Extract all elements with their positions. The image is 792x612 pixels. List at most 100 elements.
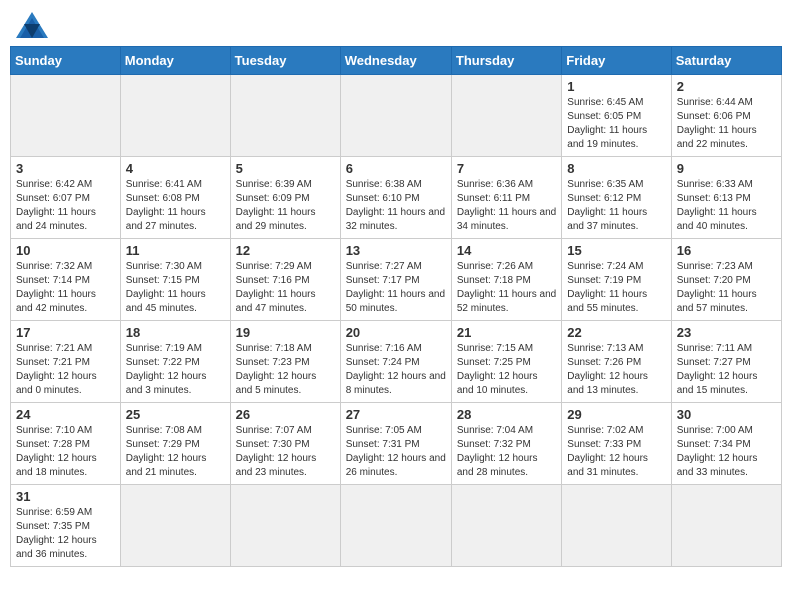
day-info: Sunrise: 6:45 AM Sunset: 6:05 PM Dayligh…	[567, 96, 665, 152]
calendar-week-6: 31Sunrise: 6:59 AM Sunset: 7:35 PM Dayli…	[11, 485, 782, 567]
calendar-cell: 6 Sunrise: 6:38 AM Sunset: 6:10 PM Daylig…	[340, 157, 451, 239]
day-number: 6	[346, 161, 446, 176]
calendar-cell	[671, 485, 781, 567]
day-number: 26	[236, 407, 335, 422]
day-number: 16	[677, 243, 776, 258]
column-header-wednesday: Wednesday	[340, 47, 451, 75]
calendar-cell: 12 Sunrise: 7:29 AM Sunset: 7:16 PM Dayli…	[230, 239, 340, 321]
day-number: 24	[16, 407, 115, 422]
day-info: Sunrise: 6:44 AM Sunset: 6:06 PM Dayligh…	[677, 96, 776, 152]
day-number: 15	[567, 243, 665, 258]
day-info: Sunrise: 7:15 AM Sunset: 7:25 PM Dayligh…	[457, 342, 556, 398]
calendar-cell: 7 Sunrise: 6:36 AM Sunset: 6:11 PM Daylig…	[451, 157, 561, 239]
day-number: 4	[126, 161, 225, 176]
calendar-cell: 11 Sunrise: 7:30 AM Sunset: 7:15 PM Dayli…	[120, 239, 230, 321]
day-number: 20	[346, 325, 446, 340]
calendar-cell: 9 Sunrise: 6:33 AM Sunset: 6:13 PM Daylig…	[671, 157, 781, 239]
calendar-cell	[230, 75, 340, 157]
column-header-tuesday: Tuesday	[230, 47, 340, 75]
day-info: Sunrise: 7:10 AM Sunset: 7:28 PM Dayligh…	[16, 424, 115, 480]
calendar-cell	[340, 75, 451, 157]
calendar-cell: 14Sunrise: 7:26 AM Sunset: 7:18 PM Dayli…	[451, 239, 561, 321]
day-number: 25	[126, 407, 225, 422]
day-number: 7	[457, 161, 556, 176]
calendar-cell: 4 Sunrise: 6:41 AM Sunset: 6:08 PM Daylig…	[120, 157, 230, 239]
day-info: Sunrise: 6:38 AM Sunset: 6:10 PM Dayligh…	[346, 178, 446, 234]
day-number: 13	[346, 243, 446, 258]
day-info: Sunrise: 7:19 AM Sunset: 7:22 PM Dayligh…	[126, 342, 225, 398]
day-info: Sunrise: 7:04 AM Sunset: 7:32 PM Dayligh…	[457, 424, 556, 480]
calendar-cell: 22 Sunrise: 7:13 AM Sunset: 7:26 PM Dayli…	[562, 321, 671, 403]
day-number: 18	[126, 325, 225, 340]
day-number: 27	[346, 407, 446, 422]
calendar-cell: 10 Sunrise: 7:32 AM Sunset: 7:14 PM Dayli…	[11, 239, 121, 321]
day-info: Sunrise: 7:11 AM Sunset: 7:27 PM Dayligh…	[677, 342, 776, 398]
calendar-cell: 15Sunrise: 7:24 AM Sunset: 7:19 PM Dayli…	[562, 239, 671, 321]
calendar-cell	[230, 485, 340, 567]
calendar-cell: 13 Sunrise: 7:27 AM Sunset: 7:17 PM Dayli…	[340, 239, 451, 321]
calendar-cell: 26 Sunrise: 7:07 AM Sunset: 7:30 PM Dayli…	[230, 403, 340, 485]
day-info: Sunrise: 7:21 AM Sunset: 7:21 PM Dayligh…	[16, 342, 115, 398]
day-number: 28	[457, 407, 556, 422]
day-info: Sunrise: 6:36 AM Sunset: 6:11 PM Dayligh…	[457, 178, 556, 234]
day-number: 9	[677, 161, 776, 176]
calendar-cell	[562, 485, 671, 567]
day-info: Sunrise: 6:39 AM Sunset: 6:09 PM Dayligh…	[236, 178, 335, 234]
day-number: 29	[567, 407, 665, 422]
day-info: Sunrise: 7:30 AM Sunset: 7:15 PM Dayligh…	[126, 260, 225, 316]
day-info: Sunrise: 6:41 AM Sunset: 6:08 PM Dayligh…	[126, 178, 225, 234]
calendar-cell: 29 Sunrise: 7:02 AM Sunset: 7:33 PM Dayli…	[562, 403, 671, 485]
day-info: Sunrise: 7:26 AM Sunset: 7:18 PM Dayligh…	[457, 260, 556, 316]
day-info: Sunrise: 7:32 AM Sunset: 7:14 PM Dayligh…	[16, 260, 115, 316]
calendar-cell: 19 Sunrise: 7:18 AM Sunset: 7:23 PM Dayli…	[230, 321, 340, 403]
calendar-week-1: 1 Sunrise: 6:45 AM Sunset: 6:05 PM Daylig…	[11, 75, 782, 157]
day-number: 11	[126, 243, 225, 258]
day-info: Sunrise: 7:29 AM Sunset: 7:16 PM Dayligh…	[236, 260, 335, 316]
day-number: 23	[677, 325, 776, 340]
logo-icon	[14, 10, 50, 40]
day-number: 31	[16, 489, 115, 504]
day-number: 22	[567, 325, 665, 340]
column-header-saturday: Saturday	[671, 47, 781, 75]
day-info: Sunrise: 7:07 AM Sunset: 7:30 PM Dayligh…	[236, 424, 335, 480]
day-info: Sunrise: 7:05 AM Sunset: 7:31 PM Dayligh…	[346, 424, 446, 480]
calendar-table: SundayMondayTuesdayWednesdayThursdayFrid…	[10, 46, 782, 567]
day-info: Sunrise: 7:18 AM Sunset: 7:23 PM Dayligh…	[236, 342, 335, 398]
day-number: 8	[567, 161, 665, 176]
calendar-cell: 16Sunrise: 7:23 AM Sunset: 7:20 PM Dayli…	[671, 239, 781, 321]
calendar-cell: 17 Sunrise: 7:21 AM Sunset: 7:21 PM Dayli…	[11, 321, 121, 403]
day-number: 12	[236, 243, 335, 258]
calendar-cell: 23 Sunrise: 7:11 AM Sunset: 7:27 PM Dayli…	[671, 321, 781, 403]
day-number: 17	[16, 325, 115, 340]
calendar-week-4: 17 Sunrise: 7:21 AM Sunset: 7:21 PM Dayli…	[11, 321, 782, 403]
day-number: 21	[457, 325, 556, 340]
day-number: 19	[236, 325, 335, 340]
calendar-cell: 2 Sunrise: 6:44 AM Sunset: 6:06 PM Daylig…	[671, 75, 781, 157]
column-header-monday: Monday	[120, 47, 230, 75]
day-info: Sunrise: 7:08 AM Sunset: 7:29 PM Dayligh…	[126, 424, 225, 480]
calendar-cell: 3Sunrise: 6:42 AM Sunset: 6:07 PM Daylig…	[11, 157, 121, 239]
day-info: Sunrise: 7:27 AM Sunset: 7:17 PM Dayligh…	[346, 260, 446, 316]
day-info: Sunrise: 7:13 AM Sunset: 7:26 PM Dayligh…	[567, 342, 665, 398]
calendar-cell: 20Sunrise: 7:16 AM Sunset: 7:24 PM Dayli…	[340, 321, 451, 403]
day-number: 10	[16, 243, 115, 258]
calendar-week-5: 24 Sunrise: 7:10 AM Sunset: 7:28 PM Dayli…	[11, 403, 782, 485]
page-header	[10, 10, 782, 40]
day-info: Sunrise: 6:33 AM Sunset: 6:13 PM Dayligh…	[677, 178, 776, 234]
calendar-week-3: 10 Sunrise: 7:32 AM Sunset: 7:14 PM Dayli…	[11, 239, 782, 321]
day-info: Sunrise: 6:35 AM Sunset: 6:12 PM Dayligh…	[567, 178, 665, 234]
day-info: Sunrise: 6:42 AM Sunset: 6:07 PM Dayligh…	[16, 178, 115, 234]
column-header-sunday: Sunday	[11, 47, 121, 75]
calendar-cell: 31Sunrise: 6:59 AM Sunset: 7:35 PM Dayli…	[11, 485, 121, 567]
calendar-cell: 27 Sunrise: 7:05 AM Sunset: 7:31 PM Dayli…	[340, 403, 451, 485]
calendar-header-row: SundayMondayTuesdayWednesdayThursdayFrid…	[11, 47, 782, 75]
day-number: 1	[567, 79, 665, 94]
calendar-cell: 28 Sunrise: 7:04 AM Sunset: 7:32 PM Dayli…	[451, 403, 561, 485]
day-info: Sunrise: 7:02 AM Sunset: 7:33 PM Dayligh…	[567, 424, 665, 480]
day-number: 5	[236, 161, 335, 176]
logo	[14, 10, 54, 40]
calendar-cell	[451, 75, 561, 157]
calendar-cell: 1 Sunrise: 6:45 AM Sunset: 6:05 PM Daylig…	[562, 75, 671, 157]
calendar-week-2: 3Sunrise: 6:42 AM Sunset: 6:07 PM Daylig…	[11, 157, 782, 239]
day-number: 2	[677, 79, 776, 94]
